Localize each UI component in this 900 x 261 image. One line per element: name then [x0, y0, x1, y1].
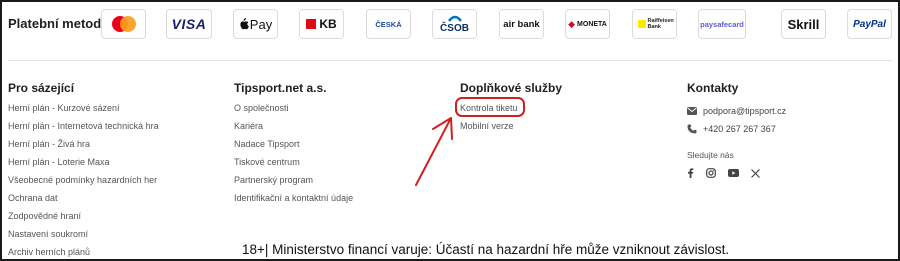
- annotation-arrow: [415, 117, 453, 186]
- gambling-warning: 18+| Ministerstvo financí varuje: Účastí…: [242, 242, 730, 257]
